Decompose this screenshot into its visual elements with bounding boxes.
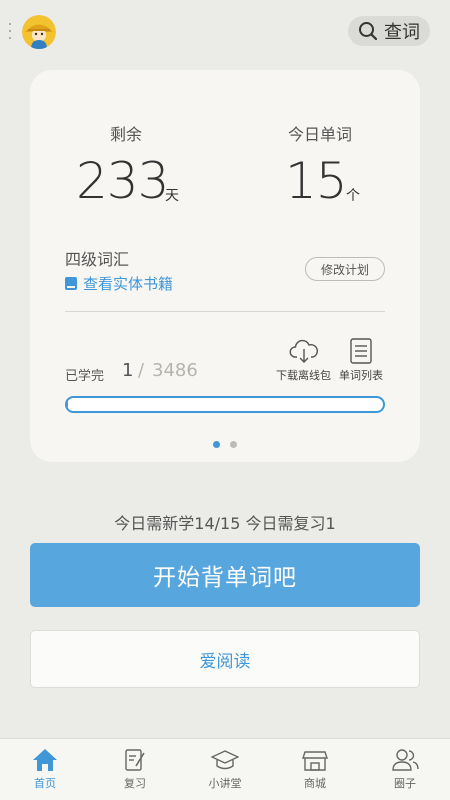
mortarboard-icon bbox=[211, 750, 239, 770]
tab-lecture[interactable]: 小讲堂 bbox=[180, 739, 270, 800]
learned-separator: / bbox=[138, 360, 145, 381]
learned-count: 1 bbox=[122, 360, 134, 381]
tab-store-label: 商城 bbox=[304, 777, 326, 790]
word-list-label: 单词列表 bbox=[339, 369, 383, 382]
review-icon bbox=[125, 749, 145, 771]
page-indicator bbox=[30, 441, 420, 448]
remaining-label: 剩余 bbox=[110, 125, 143, 144]
tab-community-label: 圈子 bbox=[394, 777, 416, 790]
learned-total: 3486 bbox=[152, 360, 198, 381]
tab-home-label: 首页 bbox=[34, 777, 56, 790]
tab-home[interactable]: 首页 bbox=[0, 739, 90, 800]
store-icon bbox=[302, 751, 328, 771]
book-title: 四级词汇 bbox=[65, 250, 130, 269]
tab-review-label: 复习 bbox=[124, 777, 146, 790]
love-reading-button[interactable]: 爱阅读 bbox=[30, 630, 420, 688]
learned-label: 已学完 bbox=[65, 369, 105, 384]
list-icon bbox=[350, 338, 372, 364]
edit-plan-button[interactable]: 修改计划 bbox=[305, 257, 385, 281]
tab-review[interactable]: 复习 bbox=[90, 739, 180, 800]
page-dot-2[interactable] bbox=[230, 441, 237, 448]
avatar[interactable] bbox=[22, 15, 56, 49]
home-icon bbox=[33, 749, 57, 771]
search-label: 查词 bbox=[384, 22, 420, 43]
today-words-value: 15 bbox=[285, 152, 348, 210]
view-book-label: 查看实体书籍 bbox=[83, 275, 174, 293]
search-icon bbox=[359, 22, 378, 41]
top-bar: 查词 bbox=[0, 0, 450, 62]
divider bbox=[65, 311, 385, 312]
page-dot-1[interactable] bbox=[213, 441, 220, 448]
bottom-tab-bar: 首页 复习 小讲堂 商城 圈子 bbox=[0, 738, 450, 800]
book-icon bbox=[65, 277, 77, 290]
today-words-label: 今日单词 bbox=[288, 125, 353, 144]
tab-community[interactable]: 圈子 bbox=[360, 739, 450, 800]
download-offline-label: 下载离线包 bbox=[276, 369, 331, 382]
word-list-button[interactable]: 单词列表 bbox=[339, 338, 383, 383]
remaining-days-value: 233 bbox=[76, 152, 169, 210]
learning-progress-bar bbox=[65, 396, 385, 413]
cloud-download-icon bbox=[289, 339, 318, 363]
more-dots-icon[interactable] bbox=[8, 23, 12, 39]
download-offline-button[interactable]: 下载离线包 bbox=[276, 338, 331, 383]
plan-card[interactable]: 剩余 233 天 今日单词 15 个 四级词汇 查看实体书籍 修改计划 已学完 … bbox=[30, 70, 420, 462]
remaining-days-unit: 天 bbox=[165, 188, 179, 204]
tab-lecture-label: 小讲堂 bbox=[208, 777, 242, 790]
start-memorizing-button[interactable]: 开始背单词吧 bbox=[30, 543, 420, 607]
view-book-link[interactable]: 查看实体书籍 bbox=[65, 273, 173, 294]
tab-store[interactable]: 商城 bbox=[270, 739, 360, 800]
today-words-unit: 个 bbox=[346, 188, 360, 204]
people-icon bbox=[392, 749, 419, 771]
today-summary: 今日需新学14/15 今日需复习1 bbox=[114, 514, 336, 533]
search-button[interactable]: 查词 bbox=[348, 16, 430, 46]
